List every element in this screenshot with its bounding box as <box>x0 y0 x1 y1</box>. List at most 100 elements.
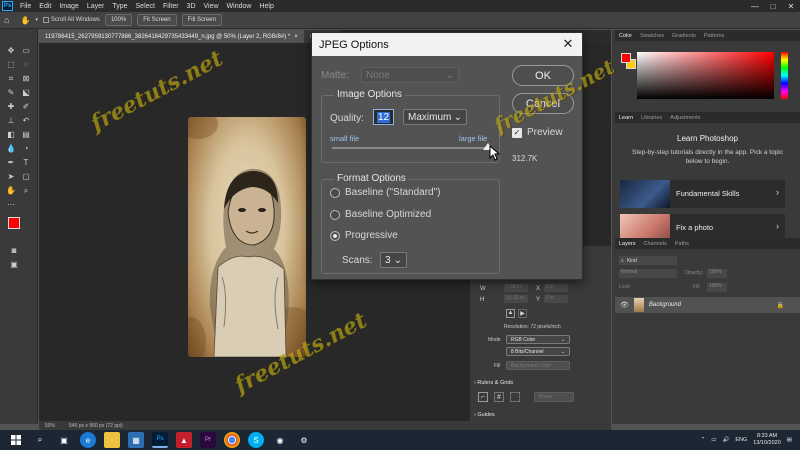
menu-window[interactable]: Window <box>223 3 256 10</box>
width-field[interactable]: 7.58 in <box>504 284 528 292</box>
matte-select[interactable]: None ⌄ <box>361 67 459 83</box>
tab-gradients[interactable]: Gradients <box>672 33 696 39</box>
format-baseline-radio[interactable]: Baseline ("Standard") <box>330 187 440 198</box>
hand-tool-icon[interactable]: ✋ <box>20 16 30 25</box>
artboard-tool-icon[interactable]: ▭ <box>20 45 32 56</box>
opacity-field[interactable]: 100% <box>707 269 727 278</box>
x-field[interactable]: 0 in <box>544 284 568 292</box>
status-zoom[interactable]: 50% <box>45 423 55 429</box>
document-tab-active[interactable]: 119786415_2627959130777886_3826418429735… <box>39 30 304 43</box>
tab-patterns[interactable]: Patterns <box>704 33 724 39</box>
y-field[interactable]: 0 in <box>544 295 568 303</box>
move-tool-icon[interactable]: ✥ <box>5 45 17 56</box>
object-select-tool-icon[interactable]: ⬕ <box>20 87 32 98</box>
search-icon[interactable]: ⌕ <box>32 432 48 448</box>
tab-swatches[interactable]: Swatches <box>640 33 664 39</box>
fill-select[interactable]: Background Color ⌄ <box>506 361 570 370</box>
rectangle-tool-icon[interactable]: ▢ <box>20 171 32 182</box>
red-app-icon[interactable]: ▲ <box>176 432 192 448</box>
screen-mode-icon[interactable]: ▣ <box>8 259 20 270</box>
home-icon[interactable]: ⌂ <box>4 15 9 25</box>
units-select[interactable]: Pixels <box>534 392 574 402</box>
healing-brush-tool-icon[interactable]: ✚ <box>5 101 17 112</box>
pen-tool-icon[interactable]: ✒ <box>5 157 17 168</box>
blur-tool-icon[interactable]: 💧 <box>5 143 17 154</box>
hand-tool-icon-sidebar[interactable]: ✋ <box>5 185 17 196</box>
task-view-icon[interactable]: ▣ <box>56 432 72 448</box>
dodge-tool-icon[interactable]: ◔ <box>20 143 32 154</box>
height-field[interactable]: 13.33 in <box>504 295 528 303</box>
menu-type[interactable]: Type <box>108 3 131 10</box>
store-icon[interactable]: ▦ <box>128 432 144 448</box>
ruler-icon[interactable]: ⌐ <box>478 392 488 402</box>
color-foreground-swatch[interactable] <box>621 53 631 63</box>
mode-select[interactable]: RGB Color ⌄ <box>506 335 570 344</box>
rulers-grids-heading[interactable]: › Rulers & Grids <box>474 380 513 386</box>
eyedropper-tool-icon[interactable]: ✎ <box>5 87 17 98</box>
menu-help[interactable]: Help <box>255 3 277 10</box>
brush-tool-icon[interactable]: ✐ <box>20 101 32 112</box>
quality-slider-track[interactable] <box>332 147 488 149</box>
tab-libraries[interactable]: Libraries <box>641 115 662 121</box>
tray-up-arrow-icon[interactable]: ⌃ <box>701 437 706 443</box>
settings-gear-icon[interactable]: ⚙ <box>296 432 312 448</box>
path-selection-tool-icon[interactable]: ➤ <box>5 171 17 182</box>
close-tab-icon[interactable]: × <box>294 34 298 40</box>
zoom-100-button[interactable]: 100% <box>104 14 133 26</box>
crop-tool-icon[interactable]: ⌗ <box>5 73 17 84</box>
grid-icon[interactable]: # <box>494 392 504 402</box>
fit-screen-button[interactable]: Fit Screen <box>137 14 177 26</box>
landscape-orientation-icon[interactable]: ▶ <box>518 309 527 318</box>
quality-preset-select[interactable]: Maximum ⌄ <box>403 109 467 125</box>
quality-input[interactable]: 12 <box>373 109 394 125</box>
clock[interactable]: 8:33 AM 13/10/2020 <box>753 433 781 447</box>
foreground-color-swatch[interactable] <box>8 217 20 229</box>
volume-icon[interactable]: 🔊 <box>722 437 729 443</box>
edge-icon[interactable]: e <box>80 432 96 448</box>
menu-view[interactable]: View <box>200 3 223 10</box>
frame-tool-icon[interactable]: ⊠ <box>20 73 32 84</box>
hue-slider[interactable] <box>781 52 788 99</box>
file-explorer-icon[interactable] <box>104 432 120 448</box>
layer-row-background[interactable]: 👁 Background 🔒 <box>615 297 800 313</box>
dialog-title-bar[interactable]: JPEG Options ✕ <box>312 33 582 56</box>
hand-tool-dropdown-icon[interactable]: ▾ <box>35 17 38 23</box>
lasso-tool-icon[interactable]: ◌ <box>20 59 32 70</box>
network-icon[interactable]: ▭ <box>711 437 716 443</box>
close-icon[interactable]: ✕ <box>560 36 576 52</box>
maximize-button[interactable]: □ <box>764 0 782 12</box>
tab-color[interactable]: Color <box>619 33 632 39</box>
menu-3d[interactable]: 3D <box>183 3 200 10</box>
eye-icon[interactable]: 👁 <box>620 301 629 309</box>
menu-filter[interactable]: Filter <box>159 3 183 10</box>
tab-channels[interactable]: Channels <box>644 241 667 247</box>
blend-mode-select[interactable]: Normal <box>619 269 677 278</box>
clone-stamp-tool-icon[interactable]: ⊥ <box>5 115 17 126</box>
tab-adjustments[interactable]: Adjustments <box>670 115 700 121</box>
eraser-tool-icon[interactable]: ◧ <box>5 129 17 140</box>
menu-edit[interactable]: Edit <box>35 3 55 10</box>
learn-card-fundamental-skills[interactable]: Fundamental Skills › <box>620 180 785 208</box>
skype-icon[interactable]: S <box>248 432 264 448</box>
gradient-tool-icon[interactable]: ▤ <box>20 129 32 140</box>
color-field[interactable] <box>637 52 774 99</box>
history-brush-tool-icon[interactable]: ↶ <box>20 115 32 126</box>
steam-icon[interactable]: ◉ <box>272 432 288 448</box>
fill-screen-button[interactable]: Fill Screen <box>181 14 222 26</box>
scroll-all-windows-checkbox[interactable]: Scroll All Windows <box>42 17 100 23</box>
photoshop-taskbar-icon[interactable]: Ps <box>152 432 168 448</box>
scans-select[interactable]: 3 ⌄ <box>380 252 407 268</box>
layer-filter-kind[interactable]: ⌕ Kind <box>619 256 677 265</box>
notifications-icon[interactable]: ▤ <box>787 437 792 443</box>
format-progressive-radio[interactable]: Progressive <box>330 230 398 241</box>
guides-heading[interactable]: › Guides <box>474 412 495 418</box>
tab-learn[interactable]: Learn <box>619 115 633 121</box>
preview-checkbox[interactable]: ✓ Preview <box>512 127 563 138</box>
menu-file[interactable]: File <box>16 3 35 10</box>
menu-layer[interactable]: Layer <box>83 3 109 10</box>
menu-select[interactable]: Select <box>132 3 159 10</box>
format-baseline-optimized-radio[interactable]: Baseline Optimized <box>330 209 431 220</box>
more-tools-icon[interactable]: ⋯ <box>5 199 17 210</box>
guides-icon[interactable] <box>510 392 520 402</box>
marquee-tool-icon[interactable]: ⬚ <box>5 59 17 70</box>
